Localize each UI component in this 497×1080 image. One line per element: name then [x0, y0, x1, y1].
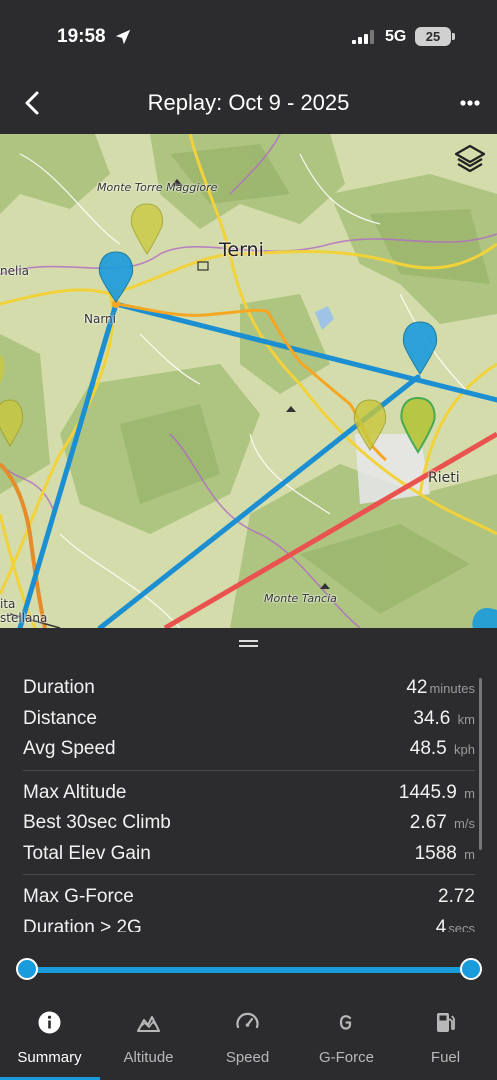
stat-row-avg-speed: Avg Speed 48.5 kph [23, 735, 475, 766]
stat-label: Total Elev Gain [23, 842, 151, 864]
header: Replay: Oct 9 - 2025 [0, 72, 497, 134]
tab-speed[interactable]: Speed [198, 1002, 297, 1080]
drag-handle[interactable] [239, 640, 258, 649]
flight-map[interactable]: Monte Torre Maggiore Terni Narni nelia R… [0, 134, 497, 628]
replay-range-slider[interactable] [16, 958, 482, 982]
stats-group-flight: Duration 42 minutes Distance 34.6 km Avg … [23, 674, 475, 766]
tab-fuel[interactable]: Fuel [396, 1002, 495, 1080]
map-label-monte-tancia: Monte Tancia [264, 592, 337, 605]
stat-row-duration-over-2g: Duration > 2G 4 secs [23, 914, 475, 933]
tab-label: Altitude [123, 1049, 174, 1066]
stat-row-max-g-force: Max G-Force 2.72 [23, 883, 475, 914]
status-time: 19:58 [57, 26, 106, 47]
status-bar: 19:58 5G 25 [0, 0, 497, 72]
stats-list[interactable]: Duration 42 minutes Distance 34.6 km Avg … [23, 674, 475, 932]
stat-row-best-climb: Best 30sec Climb 2.67 m/s [23, 809, 475, 840]
stat-value: 1588 m [414, 842, 475, 864]
page-title: Replay: Oct 9 - 2025 [147, 90, 350, 115]
map-label-terni: Terni [219, 239, 264, 261]
tab-g-force[interactable]: G-Force [297, 1002, 396, 1080]
map-label-amelia: nelia [0, 264, 30, 278]
stat-value: 1445.9 m [398, 781, 475, 803]
mountain-icon [137, 1016, 160, 1032]
stat-value: 48.5 kph [409, 738, 475, 759]
divider [23, 874, 475, 875]
slider-track[interactable] [26, 967, 472, 973]
stat-label: Duration > 2G [23, 916, 142, 933]
stats-group-altitude: Max Altitude 1445.9 m Best 30sec Climb 2… [23, 779, 475, 871]
slider-end-handle[interactable] [460, 958, 482, 980]
stat-label: Duration [23, 677, 95, 698]
stat-label: Max Altitude [23, 781, 127, 803]
speedometer-icon [236, 1012, 259, 1029]
cellular-signal-icon [352, 30, 374, 44]
stat-row-duration: Duration 42 minutes [23, 674, 475, 705]
stat-label: Max G-Force [23, 886, 134, 907]
stat-label: Avg Speed [23, 738, 116, 759]
map-label-narni: Narni [84, 312, 116, 326]
layers-icon[interactable] [452, 142, 488, 178]
tab-label: Speed [225, 1049, 270, 1066]
battery-icon: 25 [415, 27, 455, 46]
tab-label: Fuel [430, 1049, 461, 1066]
stat-row-distance: Distance 34.6 km [23, 705, 475, 736]
tab-altitude[interactable]: Altitude [99, 1002, 198, 1080]
stat-label: Best 30sec Climb [23, 812, 171, 833]
tab-label: Summary [17, 1049, 82, 1066]
stat-value: 42 minutes [406, 677, 475, 698]
map-label-civita-castellana: ita stellana [0, 597, 48, 625]
slider-start-handle[interactable] [16, 958, 38, 980]
stats-sheet: Duration 42 minutes Distance 34.6 km Avg … [0, 628, 497, 1080]
tab-label: G-Force [318, 1049, 374, 1066]
scroll-indicator[interactable] [479, 678, 482, 850]
stat-value: 4 secs [435, 916, 475, 933]
location-arrow-icon [115, 29, 131, 45]
stat-row-max-altitude: Max Altitude 1445.9 m [23, 779, 475, 810]
stat-value: 2.67 m/s [409, 812, 475, 833]
bottom-tab-bar: Summary Altitude Speed G-Force Fuel [0, 1002, 497, 1080]
fuel-pump-icon [437, 1013, 455, 1032]
map-canvas[interactable] [0, 134, 497, 628]
battery-level: 25 [425, 29, 441, 44]
divider [23, 769, 475, 771]
network-type: 5G [385, 28, 407, 45]
tab-summary[interactable]: Summary [0, 1002, 100, 1080]
stats-group-gforce: Max G-Force 2.72 Duration > 2G 4 secs [23, 883, 475, 932]
more-horizontal-icon[interactable] [455, 88, 485, 118]
g-force-icon [339, 1015, 352, 1030]
map-label-monte-torre-maggiore: Monte Torre Maggiore [97, 181, 218, 194]
stat-value: 2.72 [438, 886, 475, 907]
stat-value: 34.6 km [413, 707, 475, 729]
map-label-rieti: Rieti [428, 470, 460, 486]
stat-label: Distance [23, 707, 97, 729]
stat-row-total-elev-gain: Total Elev Gain 1588 m [23, 840, 475, 871]
info-icon [38, 1011, 61, 1034]
